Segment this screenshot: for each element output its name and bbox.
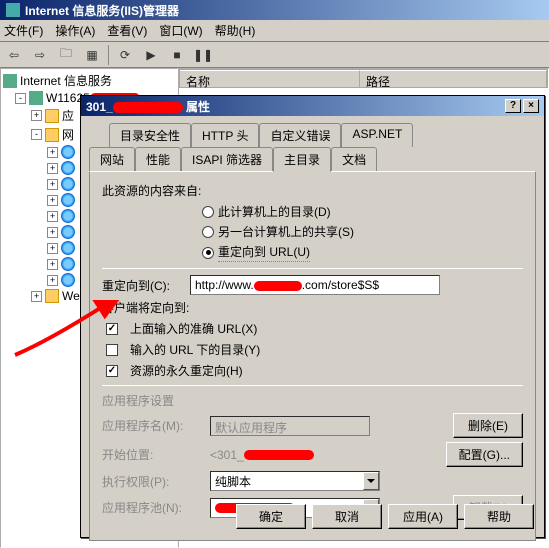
tab-site[interactable]: 网站 bbox=[89, 147, 135, 172]
app-icon bbox=[6, 3, 20, 17]
pool-label: 应用程序池(N): bbox=[102, 499, 202, 516]
globe-icon bbox=[61, 241, 75, 255]
globe-icon bbox=[61, 193, 75, 207]
globe-icon bbox=[61, 225, 75, 239]
help-button[interactable]: 帮助 bbox=[464, 504, 534, 529]
forward-icon[interactable]: ⇨ bbox=[30, 45, 50, 65]
expand-icon[interactable]: + bbox=[31, 110, 42, 121]
toolbar: ⇦ ⇨ 🗀 ▦ ⟳ ▶ ■ ❚❚ bbox=[0, 42, 549, 68]
menubar: 文件(F) 操作(A) 查看(V) 窗口(W) 帮助(H) bbox=[0, 20, 549, 42]
up-icon[interactable]: 🗀 bbox=[56, 45, 76, 65]
config-button[interactable]: 配置(G)... bbox=[446, 442, 523, 467]
radio-redirect[interactable] bbox=[202, 247, 214, 259]
tab-perf[interactable]: 性能 bbox=[135, 147, 181, 172]
exec-perm-label: 执行权限(P): bbox=[102, 473, 202, 490]
expand-icon[interactable]: + bbox=[47, 195, 58, 206]
radio-localdir[interactable] bbox=[202, 206, 214, 218]
collapse-icon[interactable]: - bbox=[31, 129, 42, 140]
tree-web[interactable]: 网 bbox=[62, 126, 74, 143]
globe-icon bbox=[61, 257, 75, 271]
globe-icon bbox=[61, 209, 75, 223]
tab-isapi[interactable]: ISAPI 筛选器 bbox=[181, 147, 273, 172]
chk-child-label: 输入的 URL 下的目录(Y) bbox=[130, 341, 260, 358]
globe-icon bbox=[61, 161, 75, 175]
folder-icon bbox=[45, 128, 59, 142]
client-label: 客户端将定向到: bbox=[102, 299, 523, 316]
menu-file[interactable]: 文件(F) bbox=[4, 22, 43, 39]
expand-icon[interactable]: + bbox=[47, 243, 58, 254]
columns-header: 名称 路径 bbox=[179, 69, 548, 88]
expand-icon[interactable]: + bbox=[47, 259, 58, 270]
expand-icon[interactable]: + bbox=[31, 291, 42, 302]
chk-child[interactable] bbox=[106, 344, 118, 356]
globe-icon bbox=[61, 145, 75, 159]
start-label: 开始位置: bbox=[102, 446, 202, 463]
tab-home[interactable]: 主目录 bbox=[273, 147, 331, 172]
properties-dialog: 301_ 属性 ? × 目录安全性 HTTP 头 自定义错误 ASP.NET 网… bbox=[80, 95, 545, 538]
menu-view[interactable]: 查看(V) bbox=[107, 22, 147, 39]
chevron-down-icon[interactable] bbox=[363, 472, 379, 490]
radio-localdir-label: 此计算机上的目录(D) bbox=[218, 203, 331, 220]
menu-help[interactable]: 帮助(H) bbox=[215, 22, 256, 39]
chk-perm-label: 资源的永久重定向(H) bbox=[130, 362, 243, 379]
expand-icon[interactable]: + bbox=[47, 147, 58, 158]
window-title: Internet 信息服务(IIS)管理器 bbox=[25, 2, 179, 19]
props-icon[interactable]: ▦ bbox=[82, 45, 102, 65]
globe-icon bbox=[61, 177, 75, 191]
collapse-icon[interactable]: - bbox=[15, 93, 26, 104]
main-titlebar: Internet 信息服务(IIS)管理器 bbox=[0, 0, 549, 20]
folder-icon bbox=[45, 109, 59, 123]
dialog-titlebar[interactable]: 301_ 属性 ? × bbox=[81, 96, 544, 116]
col-path[interactable]: 路径 bbox=[360, 70, 547, 87]
computer-icon bbox=[29, 91, 43, 105]
chk-exact-label: 上面输入的准确 URL(X) bbox=[130, 320, 257, 337]
tab-body: 此资源的内容来自: 此计算机上的目录(D) 另一台计算机上的共享(S) 重定向到… bbox=[89, 171, 536, 541]
tab-dirsec[interactable]: 目录安全性 bbox=[109, 123, 191, 147]
app-settings-label: 应用程序设置 bbox=[102, 392, 523, 409]
folder-icon bbox=[45, 289, 59, 303]
menu-window[interactable]: 窗口(W) bbox=[159, 22, 202, 39]
apply-button[interactable]: 应用(A) bbox=[388, 504, 458, 529]
chk-exact[interactable] bbox=[106, 323, 118, 335]
tab-docs[interactable]: 文档 bbox=[331, 147, 377, 172]
radio-redirect-label: 重定向到 URL(U) bbox=[218, 243, 310, 262]
tab-custerr[interactable]: 自定义错误 bbox=[259, 123, 341, 147]
col-name[interactable]: 名称 bbox=[180, 70, 360, 87]
server-icon bbox=[3, 74, 17, 88]
play-icon[interactable]: ▶ bbox=[141, 45, 161, 65]
help-icon[interactable]: ? bbox=[505, 99, 521, 113]
menu-action[interactable]: 操作(A) bbox=[55, 22, 95, 39]
redirect-to-label: 重定向到(C): bbox=[102, 277, 182, 294]
tree-wel[interactable]: We bbox=[62, 289, 80, 303]
expand-icon[interactable]: + bbox=[47, 163, 58, 174]
radio-share[interactable] bbox=[202, 226, 214, 238]
source-label: 此资源的内容来自: bbox=[102, 182, 523, 199]
expand-icon[interactable]: + bbox=[47, 227, 58, 238]
exec-perm-select[interactable]: 纯脚本 bbox=[210, 471, 380, 491]
ok-button[interactable]: 确定 bbox=[236, 504, 306, 529]
refresh-icon[interactable]: ⟳ bbox=[115, 45, 135, 65]
expand-icon[interactable]: + bbox=[47, 179, 58, 190]
globe-icon bbox=[61, 273, 75, 287]
tree-root[interactable]: Internet 信息服务 bbox=[20, 72, 112, 89]
stop-icon[interactable]: ■ bbox=[167, 45, 187, 65]
tab-asp[interactable]: ASP.NET bbox=[341, 123, 413, 147]
expand-icon[interactable]: + bbox=[47, 275, 58, 286]
expand-icon[interactable]: + bbox=[47, 211, 58, 222]
cancel-button[interactable]: 取消 bbox=[312, 504, 382, 529]
app-name-input: 默认应用程序 bbox=[210, 416, 370, 436]
start-value: <301_ bbox=[210, 448, 314, 462]
dialog-title: 301_ 属性 bbox=[86, 98, 210, 115]
delete-button[interactable]: 删除(E) bbox=[453, 413, 523, 438]
redirect-url-input[interactable]: http://www..com/store$S$ bbox=[190, 275, 440, 295]
tree-apps[interactable]: 应 bbox=[62, 107, 74, 124]
tab-httph[interactable]: HTTP 头 bbox=[191, 123, 259, 147]
close-icon[interactable]: × bbox=[523, 99, 539, 113]
app-name-label: 应用程序名(M): bbox=[102, 417, 202, 434]
back-icon[interactable]: ⇦ bbox=[4, 45, 24, 65]
pause-icon[interactable]: ❚❚ bbox=[193, 45, 213, 65]
radio-share-label: 另一台计算机上的共享(S) bbox=[218, 223, 354, 240]
chk-perm[interactable] bbox=[106, 365, 118, 377]
